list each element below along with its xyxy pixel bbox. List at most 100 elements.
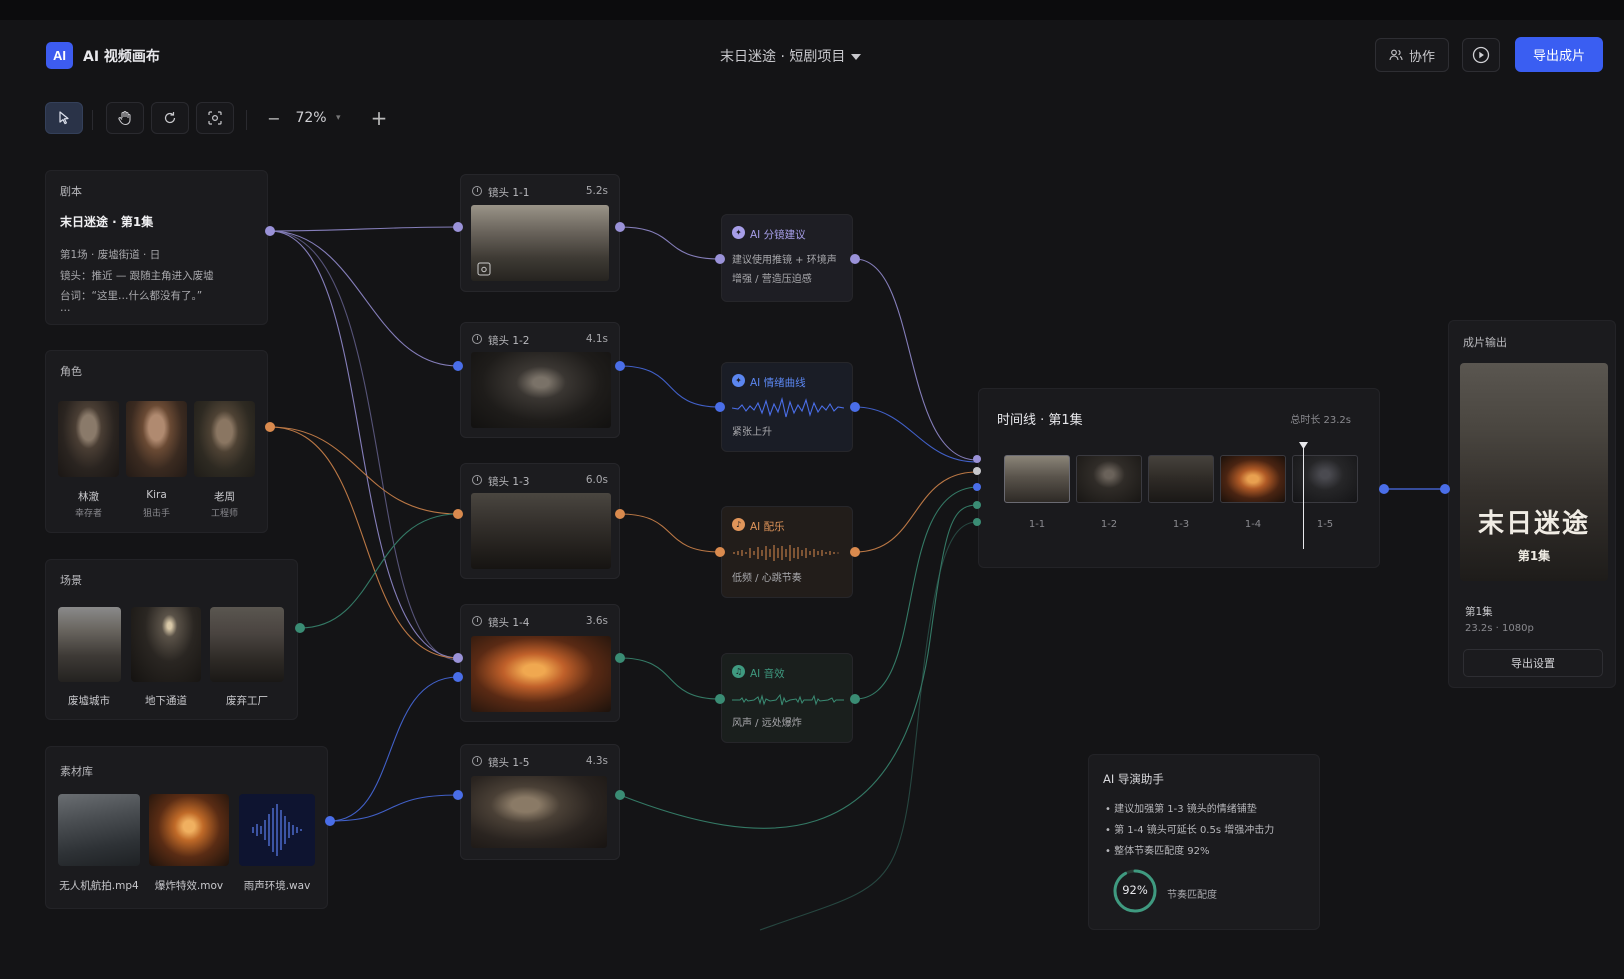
output-poster[interactable]: 末日迷途 第1集 <box>1460 363 1608 581</box>
script-panel[interactable]: 剧本 末日迷途 · 第1集 第1场 · 废墟街道 · 日 镜头：推近 — 跟随主… <box>45 170 268 325</box>
output-port[interactable] <box>615 361 625 371</box>
output-port[interactable] <box>850 547 860 557</box>
character-portrait-laozhou[interactable] <box>194 401 255 477</box>
input-port[interactable] <box>715 694 725 704</box>
shot-node-1-3[interactable]: 镜头 1-3 6.0s <box>460 463 620 579</box>
input-port[interactable] <box>453 222 463 232</box>
timeline-clip[interactable] <box>1148 455 1214 503</box>
output-port[interactable] <box>325 816 335 826</box>
character-name: 林澈 <box>78 491 99 503</box>
ai-director-assistant[interactable]: AI 导演助手 • 建议加强第 1-3 镜头的情绪铺垫 • 第 1-4 镜头可延… <box>1088 754 1320 930</box>
timeline-input-port[interactable] <box>973 518 981 526</box>
timeline-clip[interactable] <box>1292 455 1358 503</box>
ai-node-emotion-curve[interactable]: ✦ AI 情绪曲线 紧张上升 <box>721 362 853 452</box>
rotate-tool-button[interactable] <box>151 102 189 134</box>
tip-text: 整体节奏匹配度 92% <box>1114 846 1210 857</box>
assets-panel[interactable]: 素材库 无人机航拍.mp4 爆炸特效.mov 雨声环境.wav <box>45 746 328 909</box>
output-port[interactable] <box>615 790 625 800</box>
output-port[interactable] <box>850 402 860 412</box>
output-port[interactable] <box>615 653 625 663</box>
character-name: Kira <box>146 489 167 501</box>
timeline-input-port[interactable] <box>973 455 981 463</box>
input-port[interactable] <box>715 254 725 264</box>
timeline-panel[interactable]: 时间线 · 第1集 总时长 23.2s 1-1 1-2 1-3 1-4 1-5 <box>978 388 1380 568</box>
assistant-title: AI 导演助手 <box>1103 772 1164 786</box>
project-selector[interactable]: 末日迷途 · 短剧项目 <box>720 46 862 66</box>
scene-name: 废墟城市 <box>68 695 110 707</box>
input-port[interactable] <box>453 672 463 682</box>
scene-thumb-underground-tunnel[interactable] <box>131 607 201 682</box>
timeline-clip[interactable] <box>1076 455 1142 503</box>
timeline-clip-label: 1-1 <box>1028 519 1046 530</box>
characters-panel[interactable]: 角色 林澈 Kira 老周 幸存者 狙击手 工程师 <box>45 350 268 533</box>
output-port[interactable] <box>615 222 625 232</box>
zoom-dropdown-icon[interactable]: ▾ <box>336 113 341 123</box>
link-scene-shot3 <box>299 513 459 629</box>
zoom-level[interactable]: 72% <box>286 110 336 126</box>
export-button[interactable]: 导出成片 <box>1515 37 1603 72</box>
ai-node-desc: 风声 / 远处爆炸 <box>732 718 802 729</box>
shot-thumbnail <box>471 205 609 281</box>
shot-node-1-5[interactable]: 镜头 1-5 4.3s <box>460 744 620 860</box>
app-logo: AI <box>46 42 73 69</box>
export-settings-button[interactable]: 导出设置 <box>1463 649 1603 677</box>
scene-name: 地下通道 <box>145 695 187 707</box>
music-icon: ♪ <box>732 518 745 531</box>
input-port[interactable] <box>453 653 463 663</box>
timeline-clip[interactable] <box>1220 455 1286 503</box>
scene-thumb-abandoned-factory[interactable] <box>210 607 284 682</box>
link-ai1-timeline <box>854 258 978 461</box>
asset-thumb-drone-footage[interactable] <box>58 794 140 866</box>
input-port[interactable] <box>715 547 725 557</box>
zoom-out-button[interactable]: − <box>262 109 286 128</box>
timeline-input-port[interactable] <box>973 483 981 491</box>
capture-tool-button[interactable] <box>196 102 234 134</box>
sparkle-icon: ✦ <box>732 226 745 239</box>
output-port[interactable] <box>265 226 275 236</box>
ai-node-storyboard[interactable]: ✦ AI 分镜建议 建议使用推镜 + 环境声 增强 / 营造压迫感 <box>721 214 853 302</box>
output-port[interactable] <box>295 623 305 633</box>
input-port[interactable] <box>715 402 725 412</box>
clock-icon <box>472 475 482 485</box>
assistant-tip: • 第 1-4 镜头可延长 0.5s 增强冲击力 <box>1105 825 1275 836</box>
timeline-clip[interactable] <box>1004 455 1070 503</box>
zoom-in-button[interactable]: + <box>364 102 394 134</box>
script-line: 镜头：推近 — 跟随主角进入废墟 <box>60 270 214 282</box>
timeline-output-port[interactable] <box>1379 484 1389 494</box>
collab-button[interactable]: 协作 <box>1375 38 1449 72</box>
hand-tool-button[interactable] <box>106 102 144 134</box>
shot-node-1-2[interactable]: 镜头 1-2 4.1s <box>460 322 620 438</box>
output-input-port[interactable] <box>1440 484 1450 494</box>
timeline-playhead[interactable] <box>1303 445 1304 549</box>
timeline-input-port[interactable] <box>973 501 981 509</box>
scenes-panel[interactable]: 场景 废墟城市 地下通道 废弃工厂 <box>45 559 298 720</box>
shot-node-1-1[interactable]: 镜头 1-1 5.2s <box>460 174 620 292</box>
input-port[interactable] <box>453 790 463 800</box>
shot-node-1-4[interactable]: 镜头 1-4 3.6s <box>460 604 620 722</box>
character-role: 工程师 <box>210 509 238 519</box>
input-port[interactable] <box>453 509 463 519</box>
output-panel[interactable]: 成片输出 末日迷途 第1集 第1集 23.2s · 1080p 导出设置 <box>1448 320 1616 688</box>
asset-name: 无人机航拍.mp4 <box>59 880 139 892</box>
link-ai3-timeline <box>854 471 978 553</box>
output-port[interactable] <box>265 422 275 432</box>
output-port[interactable] <box>850 694 860 704</box>
tip-text: 建议加强第 1-3 镜头的情绪铺垫 <box>1114 804 1257 815</box>
asset-thumb-explosion-fx[interactable] <box>149 794 229 866</box>
asset-name: 爆炸特效.mov <box>154 880 224 892</box>
preview-play-button[interactable] <box>1462 38 1500 72</box>
shot-duration: 5.2s <box>585 185 608 197</box>
character-portrait-kira[interactable] <box>126 401 187 477</box>
timeline-input-port[interactable] <box>973 467 981 475</box>
asset-thumb-rain-audio[interactable] <box>239 794 315 866</box>
output-port[interactable] <box>615 509 625 519</box>
ai-node-music[interactable]: ♪ AI 配乐 低频 / 心跳节奏 <box>721 506 853 598</box>
character-portrait-linche[interactable] <box>58 401 119 477</box>
scene-thumb-ruined-city[interactable] <box>58 607 121 682</box>
select-tool-button[interactable] <box>45 102 83 134</box>
audio-icon: ♫ <box>732 665 745 678</box>
playhead-handle-icon[interactable] <box>1299 442 1308 449</box>
output-port[interactable] <box>850 254 860 264</box>
input-port[interactable] <box>453 361 463 371</box>
ai-node-sfx[interactable]: ♫ AI 音效 风声 / 远处爆炸 <box>721 653 853 743</box>
